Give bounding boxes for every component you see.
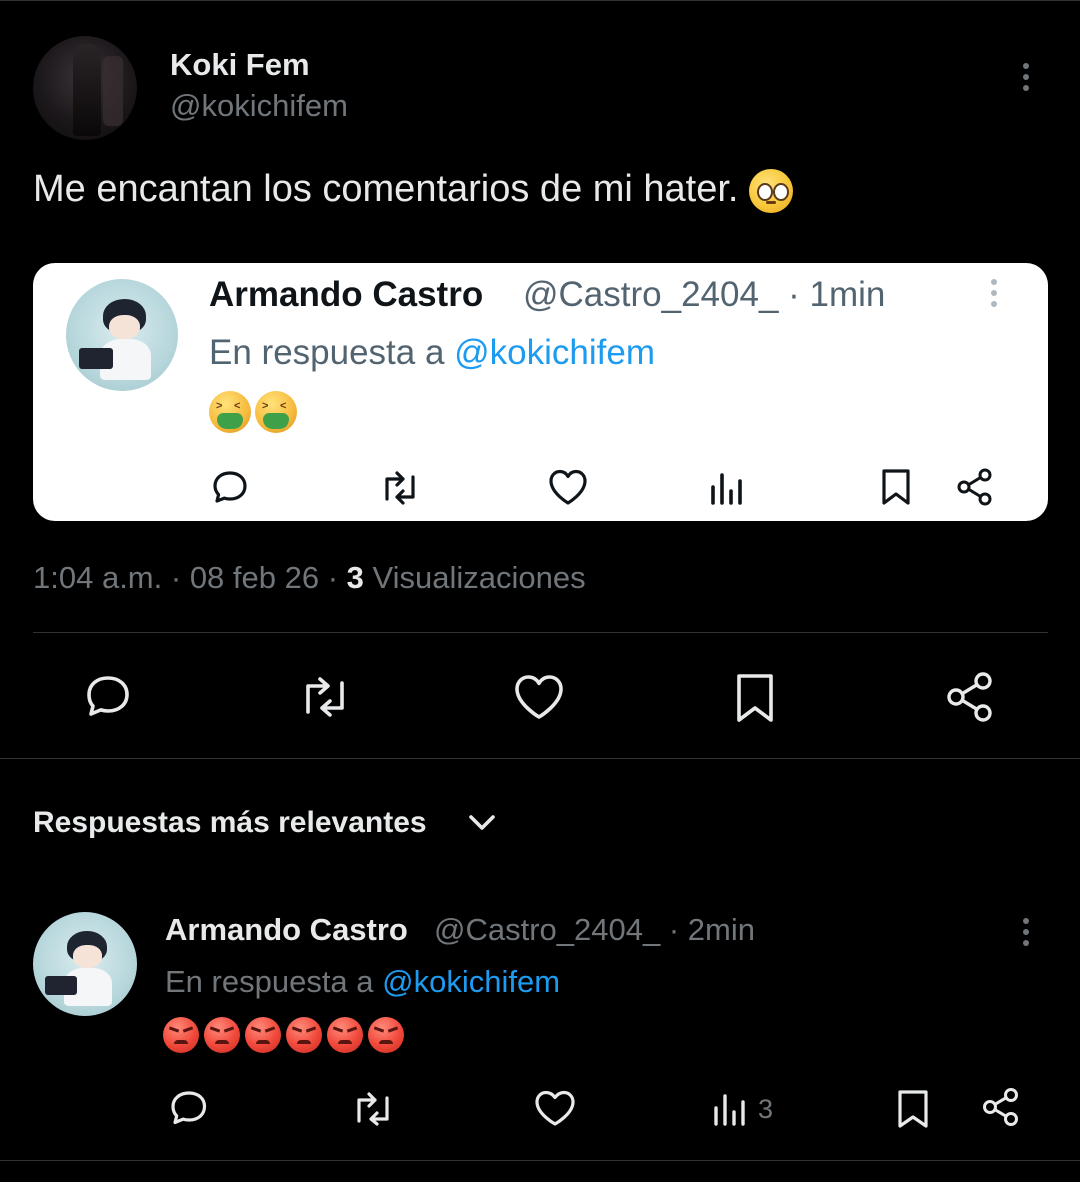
reply-emojis (163, 1017, 404, 1053)
reply-like-icon[interactable] (533, 1088, 577, 1128)
reply-more-options-icon[interactable] (1021, 918, 1031, 946)
quoted-emojis: > < > < (209, 391, 297, 433)
meta-separator: · (162, 560, 190, 595)
share-icon[interactable] (944, 670, 996, 724)
meta-divider (33, 632, 1048, 633)
reply-author-name[interactable]: Armando Castro (165, 912, 408, 948)
reply-bookmark-icon[interactable] (895, 1088, 931, 1130)
reply-context-prefix: En respuesta a (165, 964, 383, 999)
author-avatar[interactable] (33, 36, 137, 140)
reply-share-icon[interactable] (980, 1086, 1022, 1128)
quoted-avatar (66, 279, 178, 391)
more-options-icon[interactable] (1021, 63, 1031, 91)
post-time[interactable]: 1:04 a.m. (33, 560, 162, 595)
reply-context: En respuesta a @kokichifem (165, 964, 560, 1000)
author-handle[interactable]: @kokichifem (170, 88, 348, 124)
author-name[interactable]: Koki Fem (170, 47, 310, 83)
post-date[interactable]: 08 feb 26 (190, 560, 319, 595)
reply-views-count: 3 (758, 1094, 774, 1124)
angry-face-emoji (245, 1017, 281, 1053)
chevron-down-icon[interactable] (467, 810, 497, 834)
reply-views-icon[interactable] (712, 1092, 748, 1126)
replies-sort-toggle[interactable]: Respuestas más relevantes (33, 806, 427, 840)
pleading-face-emoji (749, 168, 794, 213)
quoted-reply-icon (210, 467, 250, 507)
quoted-bookmark-icon (879, 467, 913, 507)
quoted-reply-mention: @kokichifem (454, 333, 656, 372)
reply-repost-icon[interactable] (349, 1090, 397, 1128)
like-icon[interactable] (512, 672, 566, 722)
reply-handle-time[interactable]: @Castro_2404_ · 2min (434, 912, 755, 948)
quoted-handle-time: @Castro_2404_ · 1min (523, 275, 886, 314)
quoted-repost-icon (377, 469, 423, 507)
quoted-share-icon (955, 467, 995, 507)
reply-context-mention[interactable]: @kokichifem (382, 964, 560, 999)
post-text: Me encantan los comentarios de mi hater. (33, 168, 794, 213)
replies-sort-label: Respuestas más relevantes (33, 806, 427, 839)
bottom-divider (0, 1160, 1080, 1161)
views-count: 3 (346, 560, 364, 595)
nauseated-face-emoji: > < (255, 391, 297, 433)
views-label: Visualizaciones (363, 560, 586, 595)
repost-icon[interactable] (296, 674, 354, 720)
section-divider (0, 758, 1080, 759)
top-divider (0, 0, 1080, 7)
reply-icon[interactable] (82, 672, 134, 722)
quoted-reply-image[interactable]: Armando Castro @Castro_2404_ · 1min En r… (33, 263, 1048, 521)
angry-face-emoji (327, 1017, 363, 1053)
reply-reply-icon[interactable] (168, 1088, 210, 1128)
quoted-more-icon (989, 279, 999, 307)
angry-face-emoji (368, 1017, 404, 1053)
meta-separator: · (319, 560, 347, 595)
reply-author-avatar[interactable] (33, 912, 137, 1016)
angry-face-emoji (286, 1017, 322, 1053)
quoted-reply-context: En respuesta a @kokichifem (209, 333, 655, 373)
quoted-views-icon (709, 471, 745, 505)
bookmark-icon[interactable] (734, 672, 776, 724)
angry-face-emoji (163, 1017, 199, 1053)
quoted-author-name: Armando Castro (209, 275, 484, 314)
angry-face-emoji (204, 1017, 240, 1053)
post-text-content: Me encantan los comentarios de mi hater. (33, 168, 739, 210)
quoted-like-icon (547, 467, 589, 507)
quoted-reply-prefix: En respuesta a (209, 333, 455, 372)
post-meta: 1:04 a.m. · 08 feb 26 · 3 Visualizacione… (33, 560, 586, 596)
nauseated-face-emoji: > < (209, 391, 251, 433)
